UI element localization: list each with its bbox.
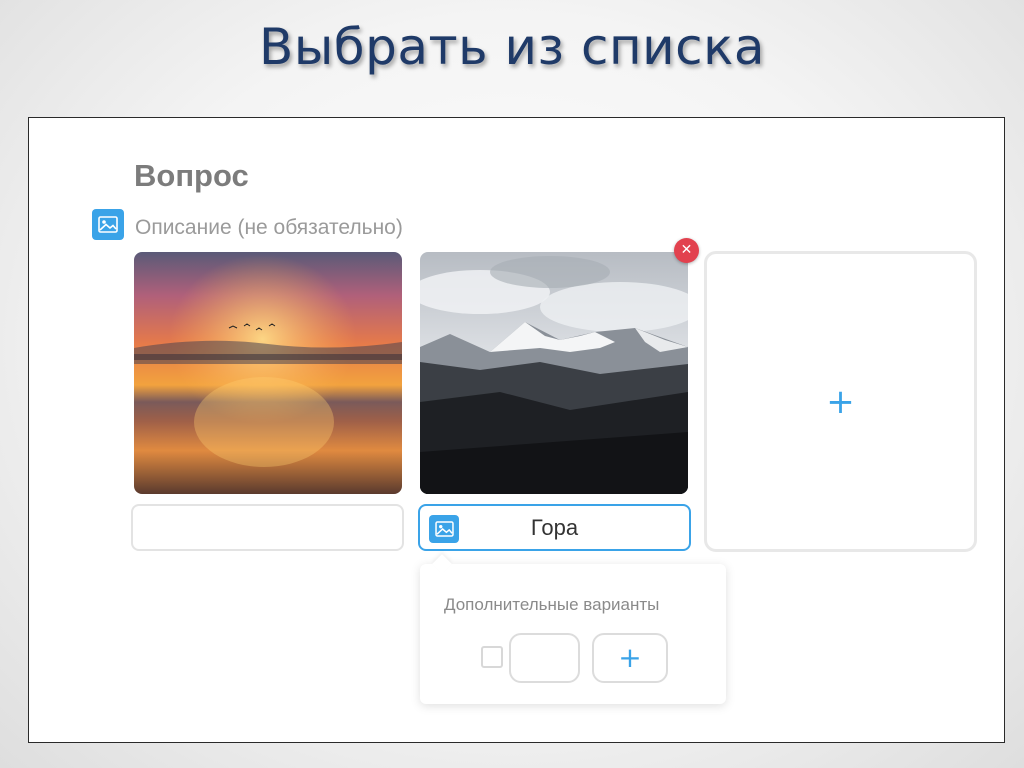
add-extra-option-button[interactable]: + — [592, 633, 668, 683]
extra-option-checkbox[interactable] — [481, 646, 503, 668]
question-title[interactable]: Вопрос — [134, 158, 249, 194]
add-option-card[interactable]: + — [704, 251, 977, 552]
description-field[interactable]: Описание (не обязательно) — [135, 216, 403, 240]
plus-icon: + — [618, 641, 642, 674]
option-caption-input-active[interactable]: Гора — [418, 504, 691, 551]
close-icon: ✕ — [680, 242, 693, 258]
option-image-sunset[interactable] — [134, 252, 402, 494]
plus-icon: + — [826, 381, 855, 422]
popup-arrow — [432, 554, 452, 574]
remove-option-button[interactable]: ✕ — [674, 238, 699, 263]
option-caption-input[interactable] — [131, 504, 404, 551]
option-image-mountain[interactable] — [420, 252, 688, 494]
image-icon[interactable] — [429, 515, 459, 543]
image-icon[interactable] — [92, 209, 124, 240]
form-frame: Вопрос Описание (не обязательно) ✕ Гора … — [28, 117, 1005, 743]
extra-option-input[interactable] — [509, 633, 580, 683]
extra-options-popup: Дополнительные варианты + — [420, 554, 726, 704]
option-caption-text: Гора — [530, 514, 579, 540]
popup-title: Дополнительные варианты — [444, 595, 660, 614]
slide-title: Выбрать из списка — [259, 18, 765, 76]
